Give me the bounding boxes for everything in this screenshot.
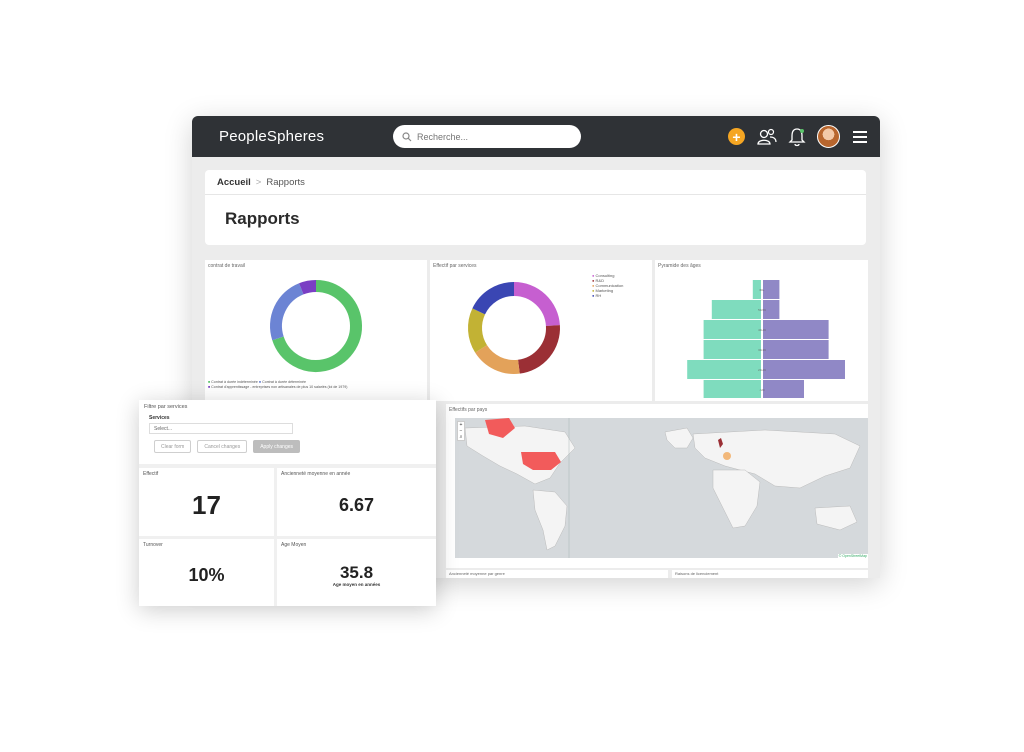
- pyramid-category-label: 30-39: [758, 348, 766, 352]
- logo[interactable]: PeopleSpheres: [219, 128, 324, 145]
- pyramid-bar-left-4[interactable]: [687, 360, 761, 379]
- breadcrumb: Accueil > Rapports: [205, 170, 866, 195]
- search-icon: [402, 131, 412, 141]
- pyramid-bar-right-3[interactable]: [763, 340, 829, 359]
- map-attribution[interactable]: © OpenStreetMap: [837, 554, 868, 558]
- filter-title: Filtre par services: [144, 404, 188, 410]
- donut-slice-1[interactable]: [517, 325, 560, 374]
- pyramid-category-label: 20-29: [758, 368, 766, 372]
- kpi-value: 35.8: [339, 563, 374, 582]
- legend-item: ● RH: [592, 293, 602, 298]
- pyramid-bar-right-5[interactable]: [763, 380, 804, 398]
- kpi-sub-label: Age moyen en années: [332, 582, 381, 587]
- kpi-label: Effectif: [143, 471, 159, 477]
- bell-icon[interactable]: [787, 127, 807, 147]
- age-pyramid-chart: 60+50-5940-4930-3920-29<2010987654321012…: [687, 280, 845, 398]
- kpi-turnover: Turnover 10%: [139, 539, 274, 606]
- services-donut-chart: [468, 282, 560, 374]
- service-filter: Filtre par services Services Select... C…: [139, 400, 436, 464]
- top-bar: PeopleSpheres +: [192, 116, 880, 157]
- avatar[interactable]: [817, 125, 840, 148]
- donut-slice-1[interactable]: [270, 283, 304, 341]
- seniority-gender-panel-title: Ancienneté moyenne par genre: [449, 571, 505, 576]
- breadcrumb-separator: >: [255, 176, 262, 188]
- kpi-effectif: Effectif 17: [139, 468, 274, 536]
- kpi-anciennete: Ancienneté moyenne en année 6.67: [277, 468, 436, 536]
- pyramid-category-label: 60+: [759, 288, 764, 292]
- kpi-value: 6.67: [338, 495, 375, 515]
- donut-slice-2[interactable]: [475, 344, 520, 374]
- menu-icon[interactable]: [850, 127, 870, 147]
- users-icon[interactable]: [757, 127, 777, 147]
- contract-donut-chart: [270, 280, 362, 372]
- kpi-label: Ancienneté moyenne en année: [281, 471, 351, 477]
- pyramid-bar-left-2[interactable]: [703, 320, 761, 339]
- pyramid-category-label: <20: [759, 388, 764, 392]
- kpi-age: Age Moyen 35.8 Age moyen en années: [277, 539, 436, 606]
- breadcrumb-current: Rapports: [266, 176, 305, 188]
- france-highlight: [723, 452, 731, 460]
- pyramid-category-label: 40-49: [758, 328, 766, 332]
- pyramid-bar-left-5[interactable]: [703, 380, 761, 398]
- donut-slice-2[interactable]: [299, 280, 317, 295]
- contract-legend: ■ Contrat à durée indéterminée ■ Contrat…: [208, 380, 348, 390]
- kpi-value: 10%: [188, 565, 225, 585]
- services-label: Services: [149, 415, 170, 421]
- donut-slice-3[interactable]: [468, 308, 488, 353]
- dismissal-panel-title: Raisons de licenciement: [675, 571, 719, 576]
- services-select[interactable]: Select...: [149, 423, 293, 434]
- pyramid-category-label: 50-59: [758, 308, 766, 312]
- pyramid-bar-right-4[interactable]: [763, 360, 845, 379]
- kpi-label: Age Moyen: [281, 542, 307, 548]
- clear-form-button[interactable]: Clear form: [154, 440, 192, 453]
- donut-slice-4[interactable]: [472, 282, 515, 315]
- map-zoom-controls: + − ⌕: [457, 421, 465, 441]
- page-title: Rapports: [225, 209, 300, 228]
- map-panel-title: Effectifs par pays: [449, 407, 488, 413]
- apply-changes-button[interactable]: Apply changes: [253, 440, 301, 453]
- contract-panel: contrat de travail ■ Contrat à durée ind…: [205, 260, 427, 401]
- add-button[interactable]: +: [728, 128, 745, 145]
- map-panel: Effectifs par pays + − ⌕ © OpenStreetMap: [446, 404, 868, 568]
- pyramid-bar-right-2[interactable]: [763, 320, 829, 339]
- search-input[interactable]: [417, 131, 567, 142]
- services-legend: ● Consulting ● R&D ● Communication ● Mar…: [592, 273, 623, 298]
- seniority-gender-panel: Ancienneté moyenne par genre: [446, 570, 668, 578]
- pyramid-bar-left-3[interactable]: [703, 340, 761, 359]
- kpi-overlay-card: Filtre par services Services Select... C…: [139, 400, 436, 606]
- breadcrumb-card: Accueil > Rapports Rapports: [205, 170, 866, 245]
- breadcrumb-home[interactable]: Accueil: [217, 177, 251, 188]
- cancel-changes-button[interactable]: Cancel changes: [197, 440, 248, 453]
- pyramid-panel: Pyramide des âges 60+ 50-59 40-49 30-39 20-2…: [655, 260, 868, 401]
- kpi-value: 17: [192, 490, 221, 520]
- services-panel: Effectif par services ● Consulting ● R&D…: [430, 260, 652, 401]
- world-map-svg: [464, 418, 861, 558]
- pyramid-bar-left-1[interactable]: [711, 300, 761, 319]
- kpi-label: Turnover: [143, 542, 163, 548]
- donut-slice-0[interactable]: [513, 282, 560, 327]
- world-map[interactable]: + − ⌕ © OpenStreetMap: [455, 418, 868, 558]
- search-icon[interactable]: ⌕: [458, 434, 464, 440]
- pyramid-bar-right-0[interactable]: [763, 280, 780, 299]
- legend-item: ■ Contrat d'apprentissage - entreprises …: [208, 385, 348, 389]
- search-box[interactable]: [393, 125, 581, 148]
- dismissal-panel: Raisons de licenciement: [672, 570, 868, 578]
